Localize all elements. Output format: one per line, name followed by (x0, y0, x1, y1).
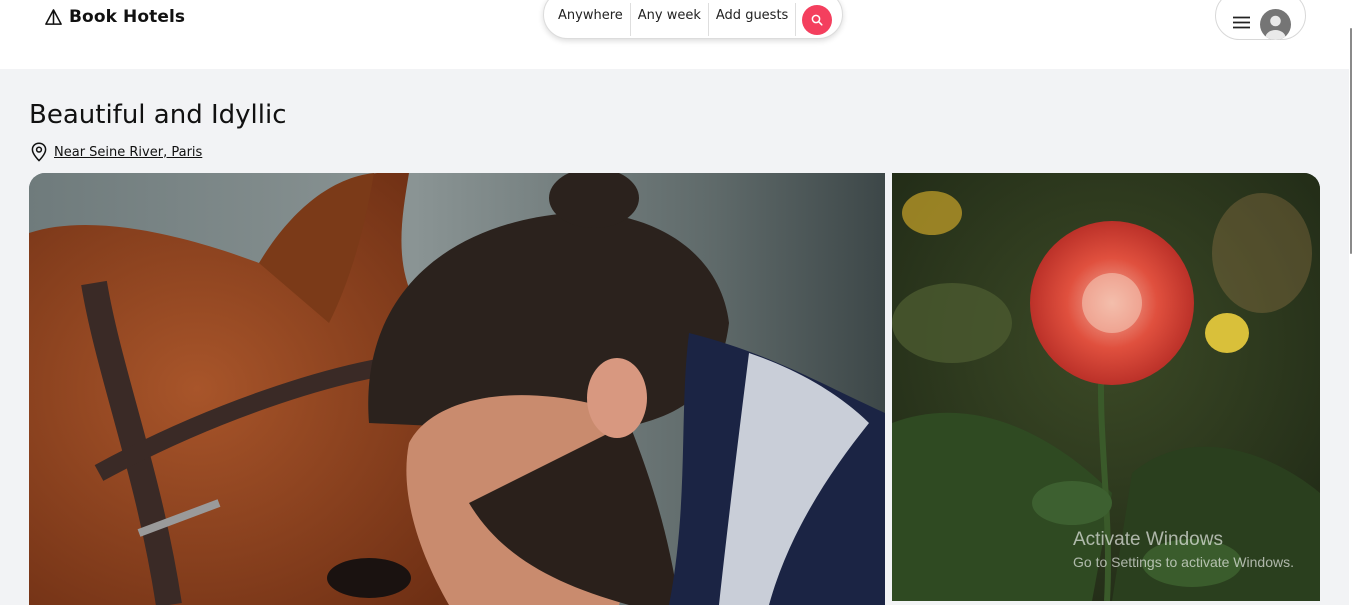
scrollbar-thumb[interactable] (1350, 28, 1352, 254)
logo-text: Book Hotels (69, 7, 186, 27)
horse-and-man-photo (29, 173, 885, 605)
listing-location: Near Seine River, Paris (30, 142, 202, 162)
user-avatar-icon (1260, 9, 1291, 40)
search-when[interactable]: Any week (631, 4, 708, 36)
watermark-subtitle: Go to Settings to activate Windows. (1073, 554, 1294, 570)
location-link[interactable]: Near Seine River, Paris (54, 145, 202, 160)
search-guests[interactable]: Add guests (709, 4, 795, 36)
search-button[interactable] (802, 4, 833, 35)
watermark-title: Activate Windows (1073, 529, 1223, 550)
map-pin-icon (31, 142, 47, 162)
search-divider (795, 3, 797, 36)
search-bar[interactable]: Anywhere Any week Add guests (543, 0, 843, 39)
windows-activation-watermark: Activate Windows Go to Settings to activ… (1073, 529, 1294, 573)
search-where[interactable]: Anywhere (544, 4, 630, 36)
search-icon (811, 14, 823, 26)
logo[interactable]: Book Hotels (44, 6, 185, 28)
top-navbar: Book Hotels Anywhere Any week Add guests (0, 0, 1353, 69)
listing-title: Beautiful and Idyllic (29, 100, 287, 130)
triangle-logo-icon (45, 8, 62, 25)
listing-photo-main[interactable] (29, 173, 885, 605)
user-menu-button[interactable] (1215, 0, 1306, 40)
hamburger-icon (1233, 16, 1250, 29)
